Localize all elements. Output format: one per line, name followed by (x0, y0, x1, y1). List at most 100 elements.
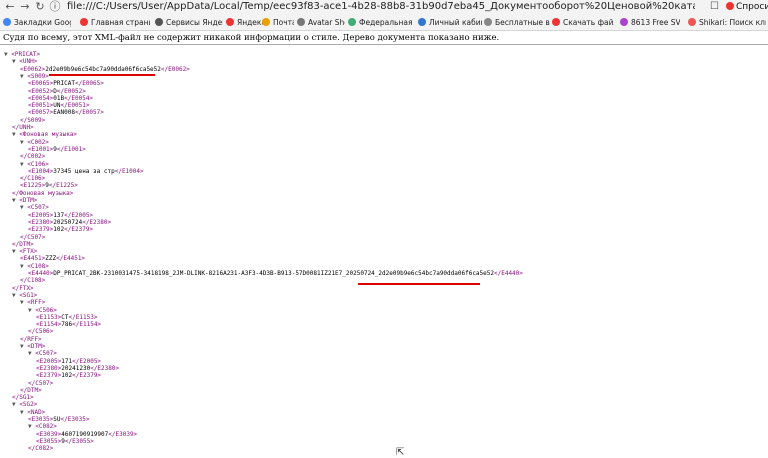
xml-value: 171 (61, 357, 73, 365)
xml-close-tag: </E4440> (494, 270, 523, 277)
xml-open-tag: <E4451> (20, 255, 46, 263)
bookmark-label: Главная страница (91, 18, 150, 27)
xml-open-tag: <PRICAT> (11, 51, 41, 58)
xml-open-tag: <E0065> (28, 80, 54, 88)
divider (0, 44, 768, 45)
ask-button-label: Спросить (736, 2, 768, 12)
xml-close-tag: </E4451> (56, 255, 86, 263)
xml-open-tag: <E2379> (28, 226, 54, 234)
bookmark-item[interactable]: Почта (262, 15, 294, 30)
xml-value: 2d2e09b9e6c54bc7a90dda06f6ca5e52 (45, 65, 161, 73)
xml-open-tag: <C506> (35, 306, 57, 314)
xml-open-tag: <E2005> (28, 211, 54, 219)
bookmark-item[interactable]: Яндекс (226, 15, 263, 30)
highlight-underline (49, 74, 155, 76)
xml-open-tag: <NAD> (27, 408, 46, 416)
xml-open-tag: <E1001> (28, 145, 54, 153)
bookmark-item[interactable]: Shikari: Поиск кли (688, 15, 766, 30)
info-icon[interactable]: ⓘ (48, 0, 62, 14)
reload-icon[interactable]: ↻ (33, 0, 47, 14)
xml-value: 102 (53, 226, 65, 234)
xml-close-tag: </E2379> (64, 226, 94, 234)
bookmark-item[interactable]: Федеральная нал (348, 15, 414, 30)
xml-value: DP_PRICAT_2BK-2310031475-3418198_2JM-DLI… (53, 270, 494, 277)
xml-line: </C082> (28, 445, 53, 453)
bookmark-item[interactable]: Сервисы Яндекса (155, 15, 223, 30)
xml-close-tag: </E2005> (64, 211, 94, 219)
xml-open-tag: <E4440> (28, 270, 54, 277)
xml-open-tag: <C507> (35, 350, 57, 358)
bookmark-label: Личный кабинет (429, 18, 482, 27)
xml-close-tag: </E0051> (60, 102, 90, 110)
bookmark-label: Сервисы Яндекса (166, 18, 223, 27)
xml-close-tag: </E2380> (90, 364, 120, 372)
xml-close-tag: </E2379> (72, 372, 102, 380)
xml-open-tag: <E1004> (28, 167, 54, 175)
xml-value: 37345 цена за стр (53, 167, 115, 175)
xml-close-tag: </E0052> (56, 87, 86, 95)
forward-icon[interactable]: → (18, 0, 32, 14)
yandex-icon (80, 18, 88, 26)
xml-open-tag: <C507> (27, 204, 49, 212)
xml-value: UN (53, 102, 61, 110)
xml-open-tag: <E0054> (28, 94, 54, 102)
bookmark-label: Скачать файл | IL (563, 18, 614, 27)
bookmark-item[interactable]: Скачать файл | IL (552, 15, 614, 30)
xml-open-tag: <E0052> (28, 87, 54, 95)
xml-close-tag: </E1225> (48, 182, 78, 190)
xml-close-tag: </E1154> (72, 321, 102, 329)
xml-open-tag: </RFF> (20, 335, 42, 343)
xml-close-tag: </E3035> (60, 416, 90, 423)
bookmark-item[interactable]: Бесплатные векто (484, 15, 550, 30)
bookmark-item[interactable]: 8613 Free SVG & ... (620, 15, 680, 30)
xml-open-tag: </C108> (20, 277, 46, 285)
xml-close-tag: </E3055> (64, 437, 94, 445)
xml-value: ZZZ (45, 255, 57, 263)
xml-line: <E4440>DP_PRICAT_2BK-2310031475-3418198_… (28, 270, 523, 278)
bookmark-label: Почта (273, 18, 294, 27)
xml-value: 137 (53, 211, 65, 219)
xml-close-tag: </E0062> (160, 65, 190, 73)
xml-open-tag: <E0057> (28, 109, 54, 117)
google-icon (3, 18, 11, 26)
xml-open-tag: <E0051> (28, 102, 54, 110)
bookmark-item[interactable]: Avatar Shop (297, 15, 345, 30)
xml-open-tag: <E2380> (36, 364, 62, 372)
xml-open-tag: <E2380> (28, 218, 54, 226)
xml-open-tag: </Фоновая музыка> (12, 189, 74, 197)
xml-value: 20250724 (53, 218, 83, 226)
bookmark-item[interactable]: Закладки Google Ch (3, 15, 71, 30)
bookmark-icon[interactable]: ☐ (710, 1, 719, 12)
bookmark-item[interactable]: Главная страница (80, 15, 150, 30)
xml-close-tag: </E1004> (114, 167, 144, 175)
bank-icon (418, 18, 426, 26)
bookmark-label: Федеральная нал (359, 18, 414, 27)
xml-open-tag: </C507> (20, 233, 46, 241)
bookmarks-bar: Закладки Google Ch Главная страница Серв… (0, 15, 768, 31)
svg-icon (620, 18, 628, 26)
xml-value: 102 (61, 372, 73, 380)
xml-open-tag: <E1153> (36, 313, 62, 321)
xml-tree: ▼ <PRICAT> ▼ <UNH> <E0062>2d2e09b9e6c54bc… (0, 51, 768, 458)
xml-close-tag: </E0057> (74, 109, 104, 117)
xml-open-tag: <DTM> (27, 343, 46, 350)
xml-open-tag: </C002> (20, 153, 46, 161)
xml-open-tag: <E1154> (36, 321, 62, 329)
address-bar[interactable]: file:///C:/Users/User/AppData/Local/Temp… (67, 1, 695, 13)
xml-close-tag: </E1001> (56, 145, 86, 153)
bookmark-label: Бесплатные векто (495, 18, 550, 27)
xml-open-tag: <E3039> (36, 430, 62, 438)
xml-value: SU (53, 416, 61, 423)
xml-style-notice: Судя по всему, этот XML-файл не содержит… (3, 33, 500, 43)
ask-button[interactable]: Спросить (726, 0, 768, 14)
xml-open-tag: <FTX> (19, 248, 38, 256)
xml-close-tag: </E1153> (68, 313, 98, 321)
xml-open-tag: <E3055> (36, 437, 62, 445)
xml-value: PRICAT (53, 80, 75, 88)
back-icon[interactable]: ← (3, 0, 17, 14)
bookmark-item[interactable]: Личный кабинет (418, 15, 482, 30)
xml-open-tag: </S009> (20, 116, 46, 124)
xml-open-tag: <E1225> (20, 182, 46, 190)
xml-open-tag: <C108> (27, 262, 49, 270)
xml-open-tag: <Фоновая музыка> (19, 131, 78, 139)
